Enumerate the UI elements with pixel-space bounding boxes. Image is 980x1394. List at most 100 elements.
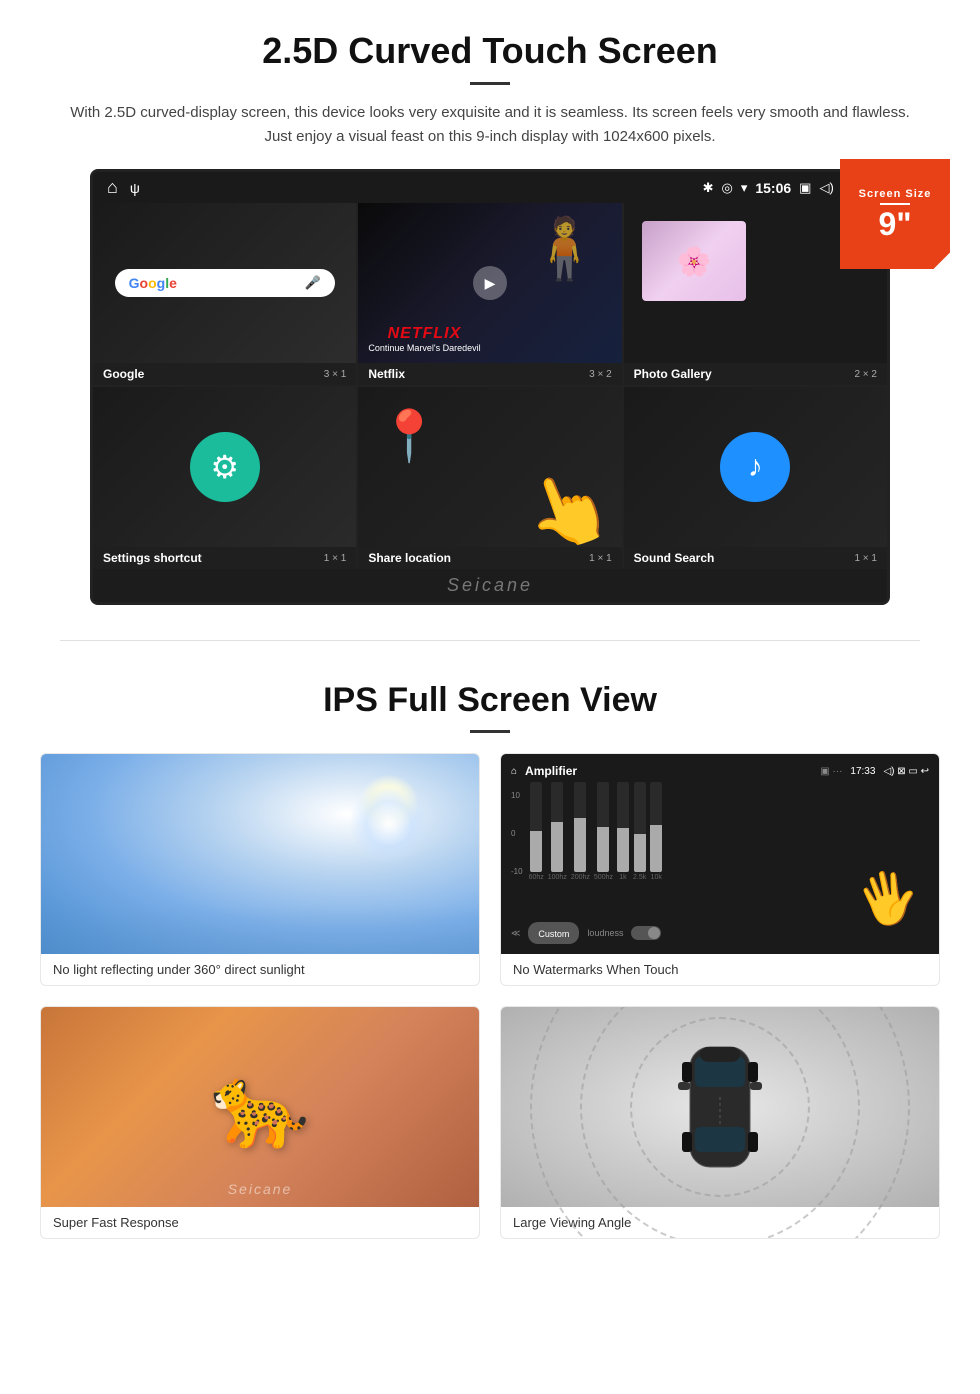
feature-car: Large Viewing Angle — [500, 1006, 940, 1239]
section1-description: With 2.5D curved-display screen, this de… — [60, 101, 920, 149]
music-note-icon: ♪ — [720, 432, 790, 502]
camera-icon: ▣ — [799, 180, 811, 196]
amp-home-icon: ⌂ — [511, 766, 517, 777]
settings-app-name: Settings shortcut — [103, 551, 202, 565]
photos-app-name: Photo Gallery — [634, 367, 712, 381]
eq-bar-6: 2.5k — [633, 782, 646, 881]
bluetooth-icon: ✱ — [703, 180, 714, 196]
app-cell-settings[interactable]: ⚙ Settings shortcut 1 × 1 — [93, 387, 356, 569]
google-logo: Google — [129, 275, 177, 291]
sky-gradient — [41, 904, 479, 954]
netflix-overlay: NETFLIX Continue Marvel's Daredevil — [368, 325, 480, 353]
amp-time: 17:33 — [850, 766, 875, 777]
share-content: 📍 👆 — [358, 387, 621, 547]
google-search-bar[interactable]: Google 🎤 — [115, 269, 335, 297]
eq-bar-7: 10k — [650, 782, 662, 881]
app-grid: Google 🎤 Google 3 × 1 🧍 ▶ — [93, 203, 887, 569]
section-divider — [60, 640, 920, 641]
section-curved-screen: 2.5D Curved Touch Screen With 2.5D curve… — [0, 0, 980, 630]
eq-bar-5: 1k — [617, 782, 629, 881]
sunlight-image — [41, 754, 479, 954]
feature-cheetah: 🐆 Seicane Super Fast Response — [40, 1006, 480, 1239]
feature-amplifier: ⌂ Amplifier ▣ ··· 17:33 ◁) ⊠ ▭ ↩ 100-10 — [500, 753, 940, 986]
settings-label-bar: Settings shortcut 1 × 1 — [93, 547, 356, 569]
app-cell-google[interactable]: Google 🎤 Google 3 × 1 — [93, 203, 356, 385]
screen-size-badge: Screen Size 9" — [840, 159, 950, 269]
app-cell-share[interactable]: 📍 👆 Share location 1 × 1 — [358, 387, 621, 569]
android-screen: ⌂ ψ ✱ ◎ ▾ 15:06 ▣ ◁) ⊠ ▭ — [90, 169, 890, 605]
eq-bar-2: 100hz — [548, 782, 567, 881]
photos-label-bar: Photo Gallery 2 × 2 — [624, 363, 887, 385]
netflix-play-button[interactable]: ▶ — [473, 266, 507, 300]
photos-app-size: 2 × 2 — [854, 369, 877, 380]
loudness-toggle[interactable] — [631, 926, 661, 940]
location-icon: ◎ — [721, 180, 732, 196]
section-ips-screen: IPS Full Screen View No light reflecting… — [0, 651, 980, 1259]
title-underline — [470, 82, 510, 85]
maps-icon: 📍 — [378, 407, 440, 466]
netflix-app-name: Netflix — [368, 367, 405, 381]
eq-bar-3: 200hz — [571, 782, 590, 881]
eq-bar-4: 500hz — [594, 782, 613, 881]
feature-sunlight: No light reflecting under 360° direct su… — [40, 753, 480, 986]
sound-app-size: 1 × 1 — [854, 553, 877, 564]
settings-content: ⚙ — [93, 387, 356, 547]
sunlight-caption: No light reflecting under 360° direct su… — [41, 954, 479, 985]
amplifier-image: ⌂ Amplifier ▣ ··· 17:33 ◁) ⊠ ▭ ↩ 100-10 — [501, 754, 939, 954]
photo-main-thumb: 🌸 — [642, 221, 747, 301]
section2-title: IPS Full Screen View — [40, 681, 940, 720]
cheetah-image: 🐆 Seicane — [41, 1007, 479, 1207]
google-label-bar: Google 3 × 1 — [93, 363, 356, 385]
netflix-content: 🧍 ▶ NETFLIX Continue Marvel's Daredevil — [358, 203, 621, 363]
eq-bar-1: 60hz — [529, 782, 544, 881]
custom-button[interactable]: Custom — [528, 922, 579, 944]
daredevil-figure: 🧍 — [527, 213, 602, 284]
status-time: 15:06 — [755, 180, 791, 196]
car-caption: Large Viewing Angle — [501, 1207, 939, 1238]
features-grid: No light reflecting under 360° direct su… — [40, 753, 940, 1239]
netflix-subtitle: Continue Marvel's Daredevil — [368, 343, 480, 353]
google-app-size: 3 × 1 — [324, 369, 347, 380]
badge-line — [880, 203, 910, 205]
amp-title: Amplifier — [525, 764, 577, 778]
seicane-cheetah-watermark: Seicane — [228, 1181, 293, 1197]
car-image — [501, 1007, 939, 1207]
hand-pointing-icon: 👆 — [513, 458, 622, 547]
amp-icons: ◁) ⊠ ▭ ↩ — [883, 766, 929, 777]
app-cell-netflix[interactable]: 🧍 ▶ NETFLIX Continue Marvel's Daredevil … — [358, 203, 621, 385]
flower-icon: 🌸 — [677, 245, 712, 278]
section1-title: 2.5D Curved Touch Screen — [60, 30, 920, 72]
share-label-bar: Share location 1 × 1 — [358, 547, 621, 569]
wifi-icon: ▾ — [741, 180, 748, 196]
car-top-svg — [670, 1027, 770, 1187]
settings-app-size: 1 × 1 — [324, 553, 347, 564]
google-app-name: Google — [103, 367, 144, 381]
share-app-name: Share location — [368, 551, 451, 565]
sound-content: ♪ — [624, 387, 887, 547]
cheetah-icon: 🐆 — [210, 1060, 310, 1154]
netflix-app-size: 3 × 2 — [589, 369, 612, 380]
sound-label-bar: Sound Search 1 × 1 — [624, 547, 887, 569]
settings-icon: ⚙ — [190, 432, 260, 502]
google-content: Google 🎤 — [93, 203, 356, 363]
volume-icon: ◁) — [819, 180, 833, 196]
amplifier-caption: No Watermarks When Touch — [501, 954, 939, 985]
device-mockup: Screen Size 9" ⌂ ψ ✱ ◎ ▾ 15:06 ▣ ◁) ⊠ — [90, 169, 890, 605]
cheetah-caption: Super Fast Response — [41, 1207, 479, 1238]
share-app-size: 1 × 1 — [589, 553, 612, 564]
section2-title-underline — [470, 730, 510, 733]
status-bar-left: ⌂ ψ — [107, 177, 140, 198]
badge-label: Screen Size — [859, 188, 932, 200]
usb-icon: ψ — [130, 180, 140, 196]
app-cell-sound[interactable]: ♪ Sound Search 1 × 1 — [624, 387, 887, 569]
voice-search-icon[interactable]: 🎤 — [304, 275, 320, 291]
badge-size: 9" — [879, 208, 912, 240]
amp-signal-icon: ▣ ··· — [820, 766, 842, 777]
sun-center — [349, 784, 429, 864]
seicane-watermark: Seicane — [93, 569, 887, 602]
netflix-logo: NETFLIX — [368, 325, 480, 343]
netflix-label-bar: Netflix 3 × 2 — [358, 363, 621, 385]
status-bar: ⌂ ψ ✱ ◎ ▾ 15:06 ▣ ◁) ⊠ ▭ — [93, 172, 887, 203]
home-icon: ⌂ — [107, 177, 118, 198]
eq-bars: 60hz 100hz 200hz 500hz — [529, 786, 929, 876]
